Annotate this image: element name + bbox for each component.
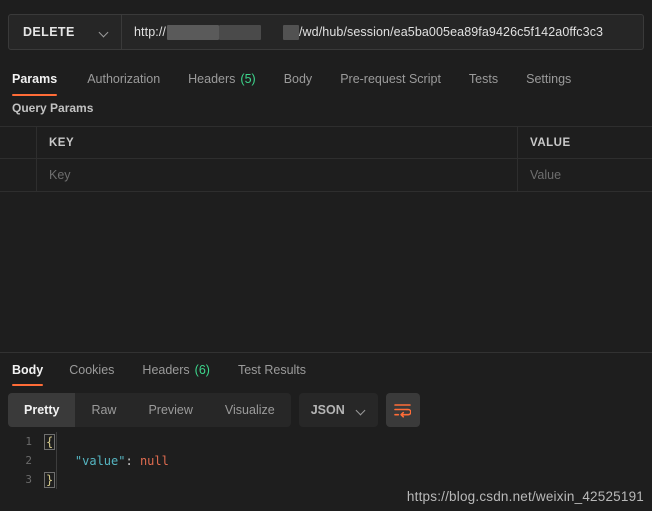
param-key-input[interactable]: Key	[37, 159, 518, 191]
format-preview-label: Preview	[148, 403, 193, 417]
open-brace-token: {	[43, 433, 56, 450]
url-bar-row: DELETE http:// /wd/hub/session/ea5ba005ea…	[8, 14, 644, 50]
line-number: 1	[25, 435, 32, 448]
response-tab-cookies-label: Cookies	[69, 362, 115, 377]
redacted-host-block-2	[218, 24, 261, 40]
url-path-text: /wd/hub/session/ea5ba005ea89fa9426c5f142…	[298, 25, 604, 39]
table-header-row: KEY VALUE	[0, 126, 652, 159]
json-colon-token: :	[125, 453, 140, 468]
format-raw-label: Raw	[91, 403, 117, 417]
tab-authorization-label: Authorization	[87, 72, 161, 86]
column-header-key-label: KEY	[49, 136, 75, 149]
json-key-token: "value"	[74, 453, 126, 468]
chevron-down-icon	[100, 28, 109, 37]
tab-tests[interactable]: Tests	[455, 62, 512, 96]
row-checkbox-cell[interactable]	[0, 159, 37, 191]
response-headers-count-badge: (6)	[194, 362, 210, 377]
headers-count-badge: (5)	[240, 72, 256, 86]
param-key-placeholder: Key	[49, 168, 71, 182]
url-scheme-text: http://	[134, 25, 166, 39]
format-pretty-button[interactable]: Pretty	[8, 393, 76, 427]
table-row: Key Value	[0, 159, 652, 192]
tab-pre-request-script[interactable]: Pre-request Script	[326, 62, 455, 96]
response-language-selector[interactable]: JSON	[298, 393, 378, 427]
response-format-segmented-control: Pretty Raw Preview Visualize	[8, 393, 291, 427]
response-tab-test-results[interactable]: Test Results	[224, 353, 320, 386]
tab-pre-request-script-label: Pre-request Script	[340, 72, 441, 86]
format-visualize-button[interactable]: Visualize	[209, 393, 291, 427]
response-tab-cookies[interactable]: Cookies	[55, 353, 128, 386]
query-params-table: KEY VALUE Key Value	[0, 126, 652, 192]
code-line-text: "value": null	[46, 454, 169, 468]
redacted-host-block-1	[166, 24, 219, 40]
response-language-label: JSON	[310, 403, 345, 417]
chevron-down-icon	[357, 406, 366, 415]
code-line-text: {	[43, 433, 56, 450]
request-url-bar: DELETE http:// /wd/hub/session/ea5ba005ea…	[0, 0, 652, 62]
column-header-key: KEY	[37, 127, 518, 158]
json-null-token: null	[139, 453, 169, 468]
word-wrap-icon	[394, 403, 412, 418]
tab-tests-label: Tests	[468, 72, 499, 86]
request-body-empty-area	[0, 193, 652, 352]
response-tab-body-label: Body	[12, 362, 44, 377]
response-tab-body[interactable]: Body	[6, 353, 55, 386]
http-method-label: DELETE	[23, 25, 75, 39]
code-line: 2 "value": null	[0, 451, 652, 470]
format-raw-button[interactable]: Raw	[75, 393, 132, 427]
http-method-selector[interactable]: DELETE	[9, 15, 122, 49]
response-tabs: Body Cookies Headers (6) Test Results	[0, 353, 652, 386]
url-input[interactable]: http:// /wd/hub/session/ea5ba005ea89fa942…	[122, 15, 643, 49]
response-format-toolbar: Pretty Raw Preview Visualize JSON	[8, 393, 420, 427]
column-header-value-label: VALUE	[530, 136, 571, 149]
response-tab-headers-label: Headers	[142, 362, 190, 377]
close-brace-token: }	[43, 471, 56, 488]
code-line: 1 {	[0, 432, 652, 451]
tab-params[interactable]: Params	[12, 62, 73, 96]
select-all-checkbox-cell[interactable]	[0, 127, 37, 158]
response-tab-headers[interactable]: Headers (6)	[128, 353, 224, 386]
tab-headers-label: Headers	[188, 72, 236, 86]
tab-authorization[interactable]: Authorization	[73, 62, 174, 96]
response-tab-test-results-label: Test Results	[237, 362, 307, 377]
tab-params-label: Params	[12, 72, 58, 86]
param-value-placeholder: Value	[530, 168, 562, 182]
tab-settings-label: Settings	[526, 72, 572, 86]
tab-settings[interactable]: Settings	[512, 62, 585, 96]
tab-body-label: Body	[283, 72, 313, 86]
word-wrap-toggle-button[interactable]	[385, 393, 420, 427]
format-visualize-label: Visualize	[224, 403, 275, 417]
column-header-value: VALUE	[518, 127, 652, 158]
param-value-input[interactable]: Value	[518, 159, 652, 191]
line-number: 3	[25, 473, 32, 486]
code-line-text: }	[43, 471, 56, 488]
watermark-text: https://blog.csdn.net/weixin_42525191	[406, 489, 644, 504]
tab-headers[interactable]: Headers (5)	[174, 62, 270, 96]
line-number: 2	[25, 454, 32, 467]
format-preview-button[interactable]: Preview	[132, 393, 208, 427]
redacted-port-block	[282, 24, 299, 40]
tab-body[interactable]: Body	[270, 62, 327, 96]
request-tabs: Params Authorization Headers (5) Body Pr…	[0, 62, 652, 96]
query-params-heading: Query Params	[12, 101, 94, 115]
code-line: 3 }	[0, 470, 652, 489]
format-pretty-label: Pretty	[24, 403, 60, 417]
